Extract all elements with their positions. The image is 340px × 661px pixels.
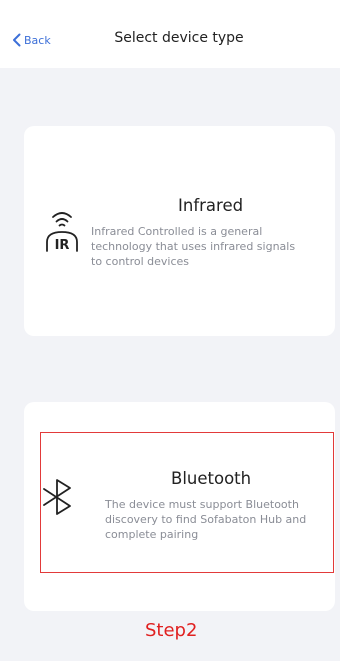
page-title: Select device type (114, 30, 244, 46)
infrared-option-title: Infrared (178, 196, 244, 215)
infrared-option-card[interactable]: IR Infrared Infrared Controlled is a gen… (24, 126, 335, 336)
bluetooth-option-card[interactable]: Bluetooth The device must support Blueto… (24, 402, 335, 611)
step-label: Step2 (145, 620, 198, 641)
infrared-icon-text: IR (55, 238, 70, 252)
infrared-option-description: Infrared Controlled is a general technol… (91, 225, 296, 268)
bluetooth-icon (40, 479, 76, 519)
bluetooth-option-description: The device must support Bluetooth discov… (105, 498, 307, 541)
infrared-icon: IR (44, 204, 80, 256)
bluetooth-option-title: Bluetooth (171, 469, 252, 488)
top-bar: Back Select device type (0, 0, 340, 68)
